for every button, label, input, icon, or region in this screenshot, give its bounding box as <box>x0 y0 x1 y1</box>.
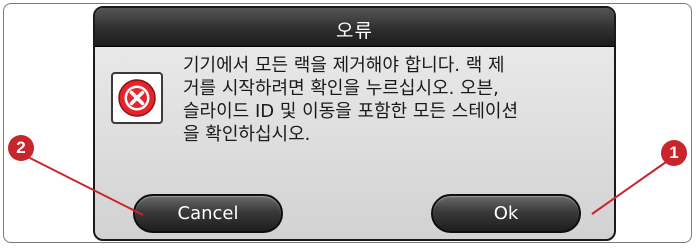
leader-line-2 <box>25 155 144 216</box>
callout-badge-2: 2 <box>8 135 34 161</box>
callout-badge-1: 1 <box>661 140 687 166</box>
leader-line-1 <box>591 161 667 215</box>
callout-leader-lines <box>25 155 667 216</box>
